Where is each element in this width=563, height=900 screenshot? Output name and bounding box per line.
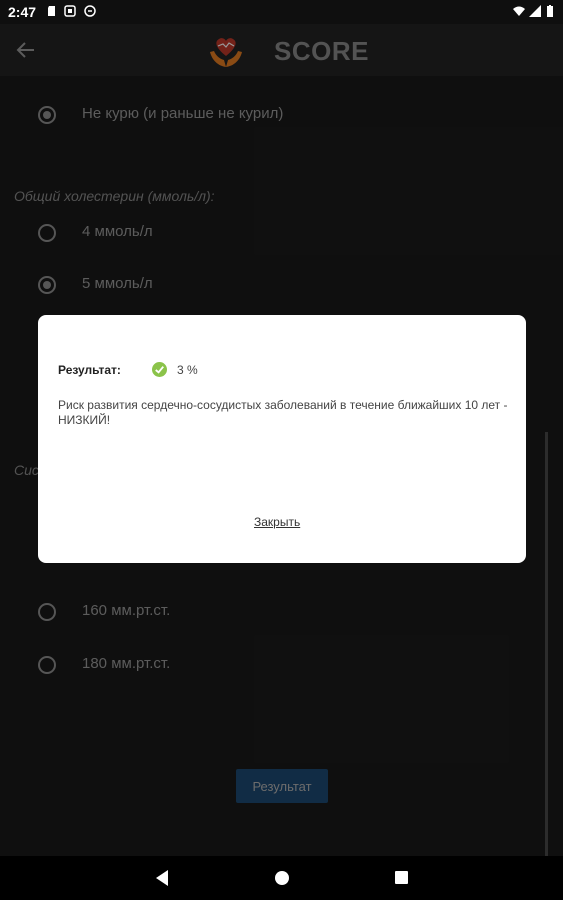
sd-card-icon <box>48 6 55 16</box>
result-dialog: Результат: 3 % Риск развития сердечно-со… <box>38 315 526 563</box>
status-time: 2:47 <box>8 4 37 20</box>
wifi-icon <box>513 6 525 16</box>
check-circle-icon <box>152 362 167 377</box>
nav-recents-icon[interactable] <box>395 871 408 884</box>
nav-home-icon[interactable] <box>275 871 289 885</box>
status-bar: 2:47 <box>0 0 563 24</box>
result-value: 3 % <box>177 363 198 377</box>
close-button[interactable]: Закрыть <box>254 515 300 529</box>
sync-icon <box>84 5 96 17</box>
signal-icon <box>529 5 541 17</box>
notification-icon <box>64 5 76 17</box>
result-label: Результат: <box>58 363 121 377</box>
nav-back-icon[interactable] <box>154 869 170 887</box>
risk-message: Риск развития сердечно-сосудистых заболе… <box>58 398 508 427</box>
battery-icon <box>547 5 553 17</box>
system-nav-bar <box>0 856 563 900</box>
